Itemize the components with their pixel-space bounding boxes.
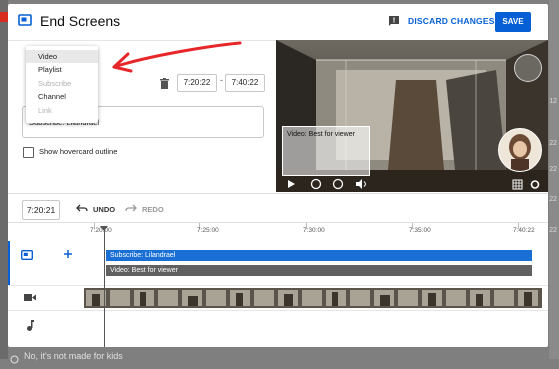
background-number: 22 — [549, 166, 557, 173]
youtube-logo-fragment — [0, 12, 8, 22]
redo-icon[interactable] — [125, 203, 137, 213]
ruler-label: 7:40:22 — [513, 227, 535, 234]
background-number: 22 — [549, 227, 557, 234]
add-element-icon[interactable] — [63, 249, 73, 259]
playhead-time-field[interactable]: 7:20:21 — [22, 200, 60, 220]
ruler-label: 7:25:00 — [197, 227, 219, 234]
annotation-arrow — [112, 41, 242, 73]
subscribe-element-placeholder[interactable] — [514, 54, 542, 82]
dialog-header: End Screens DISCARD CHANGES SAVE — [8, 4, 548, 41]
video-element-label: Video: Best for viewer — [287, 131, 355, 138]
discard-changes-button[interactable]: DISCARD CHANGES — [408, 16, 495, 26]
settings-gear-icon — [530, 180, 540, 189]
video-filmstrip — [84, 288, 542, 308]
element-track-indicator — [8, 241, 10, 285]
filmstrip-frames — [84, 288, 542, 308]
timeline-element-video[interactable]: Video: Best for viewer — [106, 265, 532, 276]
background-right-strip: 12 22 22 22 22 — [549, 0, 559, 359]
play-icon — [288, 180, 295, 188]
avatar-image — [499, 129, 541, 171]
made-for-kids-option: No, it's not made for kids — [24, 351, 123, 361]
playhead-line[interactable] — [104, 230, 105, 347]
hovercard-label: Show hovercard outline — [39, 147, 118, 156]
save-button[interactable]: SAVE — [495, 12, 531, 32]
radio-icon — [10, 351, 19, 369]
menu-item-channel[interactable]: Channel — [26, 90, 98, 103]
background-number: 22 — [549, 196, 557, 203]
dialog-title: End Screens — [40, 13, 121, 29]
ruler-label: 7:30:00 — [303, 227, 325, 234]
rewind-icon — [310, 178, 322, 190]
element-type-menu: Video Playlist Subscribe Channel Link — [26, 46, 98, 123]
feedback-icon[interactable] — [388, 15, 400, 27]
track-divider — [8, 285, 548, 286]
menu-item-video[interactable]: Video — [26, 50, 98, 64]
redo-button[interactable]: REDO — [142, 205, 164, 214]
timeline-divider — [8, 193, 548, 194]
ruler-label: 7:35:00 — [409, 227, 431, 234]
end-screens-dialog: End Screens DISCARD CHANGES SAVE 7:20:22… — [8, 4, 548, 347]
undo-button[interactable]: UNDO — [93, 205, 115, 214]
video-preview[interactable]: Video: Best for viewer — [276, 40, 548, 192]
player-right-controls — [512, 179, 540, 190]
forward-icon — [332, 178, 344, 190]
video-track-icon — [24, 294, 36, 301]
track-divider — [8, 310, 548, 311]
menu-item-link: Link — [38, 105, 52, 115]
element-track-icon — [21, 250, 33, 260]
trash-icon[interactable] — [160, 78, 169, 89]
menu-item-playlist[interactable]: Playlist — [26, 63, 98, 76]
background-left-strip — [0, 0, 8, 359]
undo-icon[interactable] — [76, 203, 88, 213]
audio-track-icon — [27, 320, 34, 331]
background-number: 22 — [549, 140, 557, 147]
player-controls — [288, 178, 366, 190]
grid-icon — [512, 179, 523, 190]
volume-icon — [356, 179, 362, 189]
channel-avatar[interactable] — [498, 128, 542, 172]
timeline-element-subscribe[interactable]: Subscribe: Lilandrael — [106, 250, 532, 261]
end-screen-icon — [18, 14, 32, 26]
menu-item-subscribe: Subscribe — [38, 78, 72, 88]
hovercard-checkbox[interactable] — [23, 147, 34, 158]
timeline-ruler: 7:20:00 7:25:00 7:30:00 7:35:00 7:40:22 — [84, 223, 548, 241]
video-element-card[interactable]: Video: Best for viewer — [282, 126, 370, 176]
background-number: 12 — [549, 98, 557, 105]
